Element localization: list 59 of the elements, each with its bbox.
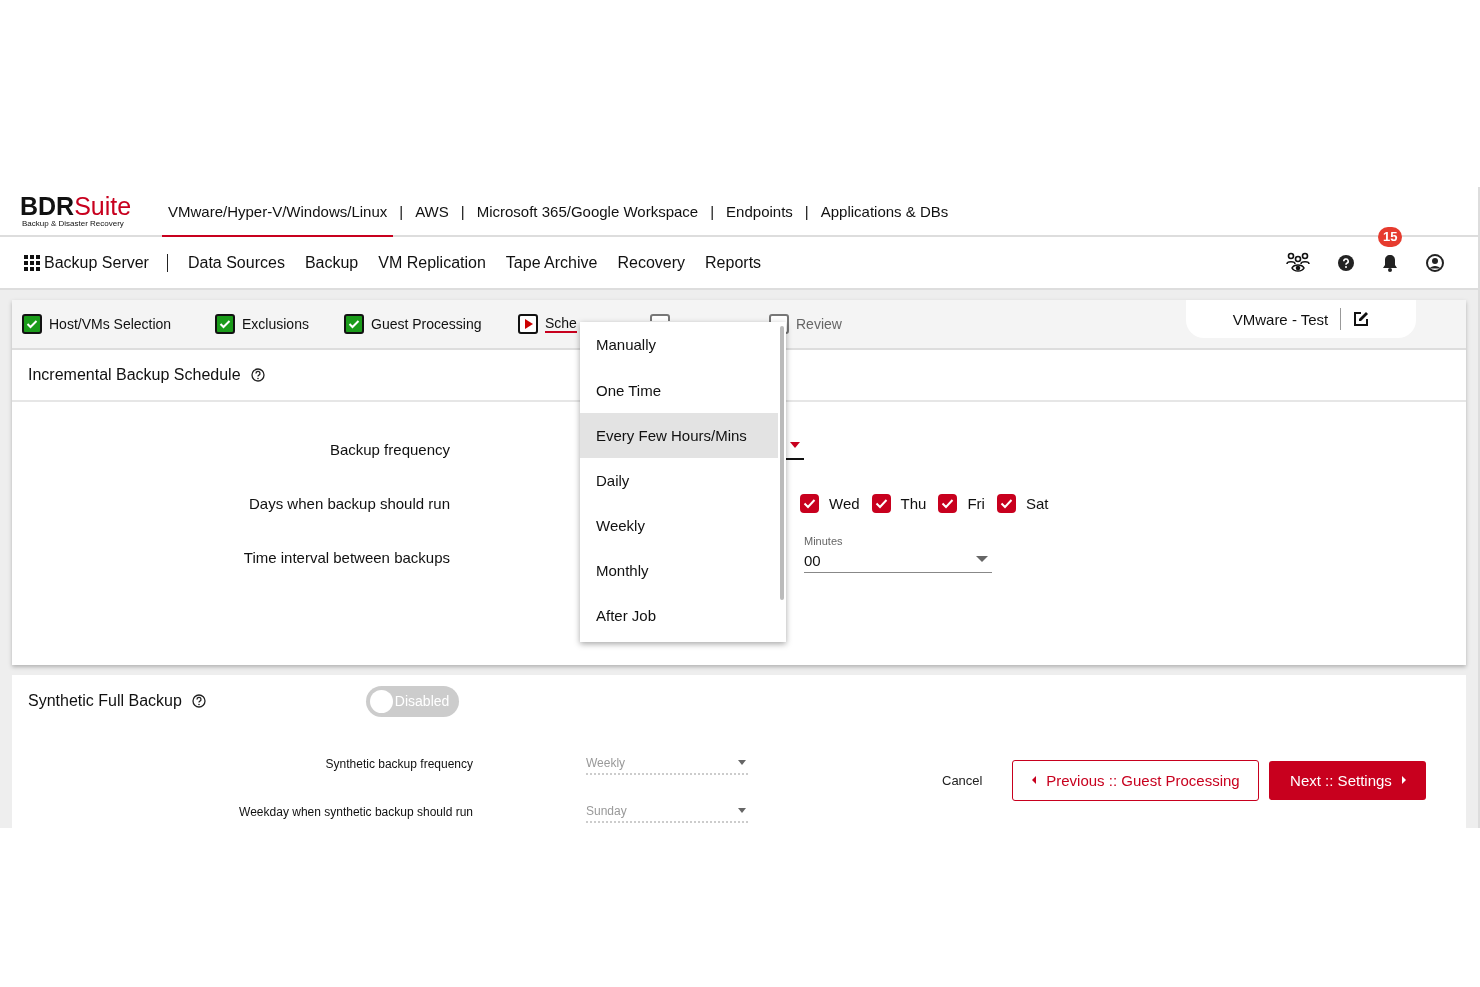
product-tab[interactable]: Endpoints (720, 187, 799, 237)
separator: | (459, 201, 466, 222)
separator: | (709, 201, 716, 222)
nav-item[interactable]: Data Sources (187, 253, 285, 272)
users-icon[interactable] (1286, 251, 1310, 274)
product-tab[interactable]: AWS (409, 187, 455, 237)
user-icon[interactable] (1426, 253, 1444, 272)
product-tab[interactable]: VMware/Hyper-V/Windows/Linux (162, 187, 394, 237)
menu-item[interactable]: After Job (580, 593, 778, 638)
day-label: Wed (829, 494, 860, 512)
menu-item[interactable]: Manually (580, 322, 778, 368)
job-name: VMware - Test (1232, 310, 1329, 328)
menu-item[interactable]: Every Few Hours/Mins (580, 413, 778, 458)
product-tab[interactable]: Applications & DBs (814, 187, 955, 237)
wizard-step[interactable]: Host/VMs Selection (49, 316, 172, 332)
menu-item[interactable]: One Time (580, 368, 778, 413)
field-label: Days when backup should run (248, 494, 450, 512)
day-checkbox[interactable] (938, 493, 958, 513)
help-icon[interactable] (191, 694, 206, 708)
menu-item[interactable]: Monthly (580, 548, 778, 593)
nav-item[interactable]: Recovery (617, 253, 686, 272)
help-icon[interactable] (250, 368, 265, 382)
day-checkbox[interactable] (800, 493, 819, 513)
help-icon[interactable] (1338, 254, 1354, 271)
cancel-button[interactable]: Cancel (936, 771, 989, 789)
apps-grid-icon (24, 254, 40, 271)
brand-tagline: Backup & Disaster Recovery (22, 219, 125, 228)
brand-logo: BDRSuite (20, 193, 133, 219)
next-button[interactable]: Next :: Settings (1269, 760, 1427, 800)
day-checkbox[interactable] (996, 493, 1016, 513)
wizard-step[interactable]: Guest Processing (371, 316, 482, 332)
day-checkbox[interactable] (871, 493, 891, 513)
product-tab[interactable]: Microsoft 365/Google Workspace (470, 187, 705, 237)
nav-item[interactable]: VM Replication (378, 253, 486, 272)
field-label: Backup frequency (328, 440, 450, 458)
wizard-step[interactable]: Review (796, 316, 842, 332)
day-label: Sat (1025, 494, 1049, 512)
separator: | (803, 201, 810, 222)
backup-server-menu[interactable]: Backup Server (24, 253, 149, 272)
section-title: Synthetic Full Backup (28, 692, 182, 710)
section-title: Incremental Backup Schedule (28, 366, 241, 384)
wizard-step[interactable]: Exclusions (242, 316, 309, 332)
field-label: Time interval between backups (242, 548, 450, 566)
field-label: Weekday when synthetic backup should run (238, 805, 473, 821)
field-label: Synthetic backup frequency (324, 757, 473, 773)
nav-item[interactable]: Backup (304, 253, 359, 272)
day-label: Thu (900, 494, 927, 512)
wizard-step[interactable]: Sche (545, 315, 577, 333)
edit-icon[interactable] (1353, 311, 1370, 327)
nav-item[interactable]: Reports (705, 253, 762, 272)
menu-item[interactable]: Weekly (580, 503, 778, 548)
separator: | (398, 201, 405, 222)
minutes-select[interactable]: Minutes 00 (804, 535, 992, 573)
previous-button[interactable]: Previous :: Guest Processing (1012, 759, 1260, 801)
notification-badge: 15 (1378, 226, 1403, 247)
menu-item[interactable]: Daily (580, 458, 778, 503)
bell-icon[interactable] (1382, 253, 1398, 272)
day-label: Fri (967, 494, 985, 512)
nav-item[interactable]: Tape Archive (505, 253, 598, 272)
